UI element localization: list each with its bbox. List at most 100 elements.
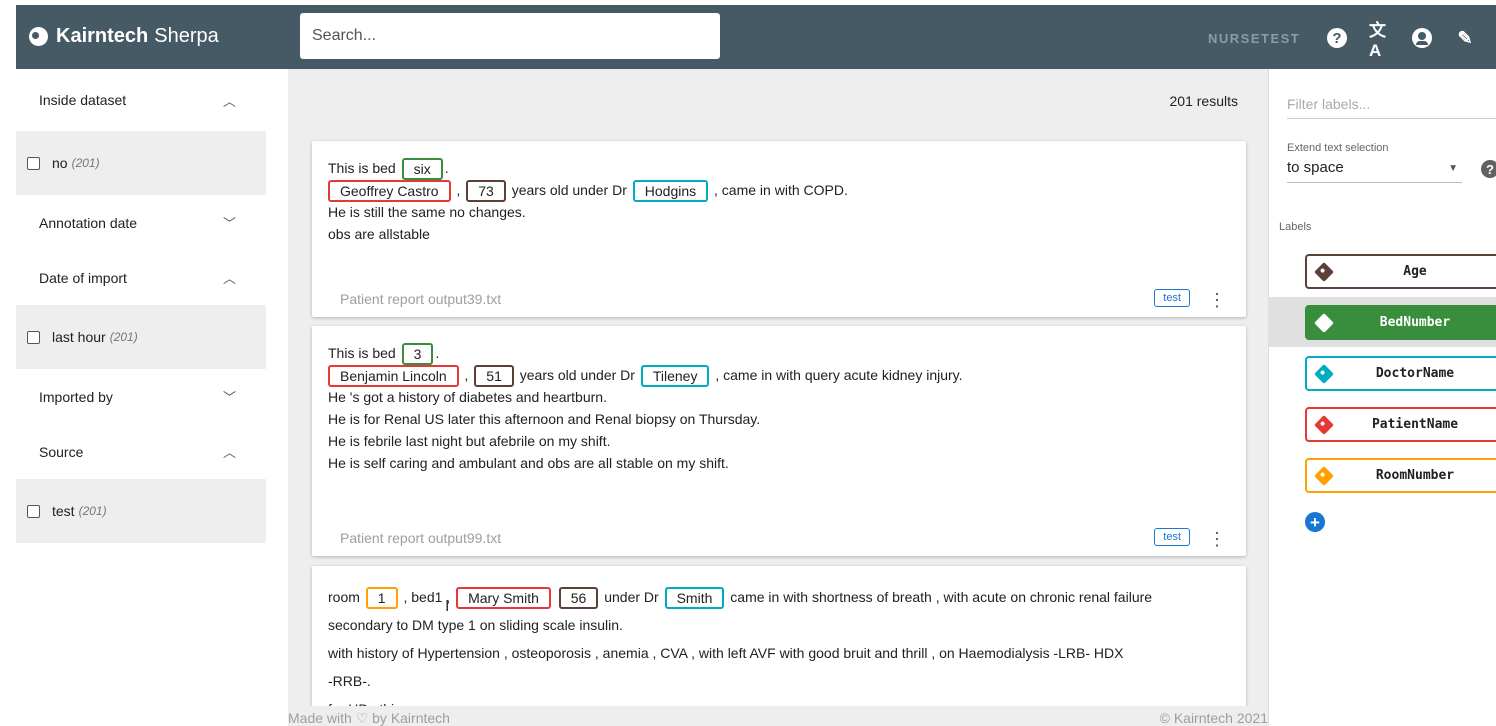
document-text[interactable]: room 1 , bed1 , Mary Smith 56 under Dr S… [312, 566, 1246, 723]
brand-name: Kairntech [56, 25, 149, 47]
document-card[interactable]: This is bed six. Geoffrey Castro , 73 ye… [312, 141, 1246, 317]
project-name[interactable]: NURSETEST [1208, 31, 1300, 46]
annotation-age[interactable]: 51 [474, 365, 514, 388]
text-line: with history of Hypertension , osteoporo… [328, 645, 1124, 661]
text-line: He is self caring and ambulant and obs a… [328, 455, 729, 471]
more-vert-icon[interactable]: ⋮ [1208, 291, 1226, 309]
label-chip[interactable]: RoomNumber [1305, 458, 1496, 493]
pencil-icon[interactable]: ✎ [1454, 27, 1476, 49]
annotation-age[interactable]: 56 [558, 587, 599, 610]
label-name: BedNumber [1379, 315, 1451, 330]
facet-header-annotation-date[interactable]: Annotation date ﹀ [16, 195, 266, 250]
label-chip[interactable]: PatientName [1305, 407, 1496, 442]
text-line: He is for Renal US later this afternoon … [328, 411, 761, 427]
document-card[interactable]: This is bed 3. Benjamin Lincoln , 51 yea… [312, 326, 1246, 556]
filter-labels-input[interactable] [1287, 89, 1496, 119]
facet-value-label: no [52, 155, 68, 171]
text-span: . [444, 160, 449, 176]
facet-header-source[interactable]: Source ︿ [16, 424, 266, 479]
text-cursor-icon: I [445, 598, 450, 615]
annotation-doctorname[interactable]: Hodgins [632, 180, 709, 203]
search-input[interactable] [300, 13, 720, 59]
facet-option[interactable]: last hour (201) [16, 305, 266, 369]
kairntech-logo-icon [29, 27, 48, 46]
label-chip[interactable]: Age [1305, 254, 1496, 289]
tag-icon [1314, 261, 1334, 282]
text-span: , [456, 182, 461, 198]
text-span: , came in with COPD. [714, 182, 848, 198]
document-filename[interactable]: Patient report output99.txt [340, 530, 501, 546]
document-card[interactable]: room 1 , bed1 , Mary Smith 56 under Dr S… [312, 566, 1246, 726]
label-chip[interactable]: DoctorName [1305, 356, 1496, 391]
annotation-age[interactable]: 73 [466, 180, 506, 203]
annotation-doctorname[interactable]: Smith [664, 587, 725, 610]
facet-header-date-of-import[interactable]: Date of import ︿ [16, 250, 266, 305]
document-filename[interactable]: Patient report output39.txt [340, 291, 501, 307]
dropdown-arrow-icon: ▼ [1448, 163, 1458, 174]
source-tag[interactable]: test [1154, 289, 1190, 307]
checkbox[interactable] [27, 330, 40, 344]
label-row-patientname[interactable]: PatientName [1269, 399, 1496, 449]
label-chip[interactable]: BedNumber [1305, 305, 1496, 340]
facet-header-imported-by[interactable]: Imported by ﹀ [16, 369, 266, 424]
annotation-bednumber[interactable]: 3 [401, 343, 434, 366]
help-icon[interactable]: ? [1481, 160, 1496, 178]
facet-value-count: (201) [71, 156, 100, 170]
text-span: , came in with query acute kidney injury… [715, 367, 963, 383]
help-icon[interactable]: ? [1326, 27, 1348, 49]
source-tag[interactable]: test [1154, 528, 1190, 546]
annotation-bednumber[interactable]: six [401, 158, 443, 181]
top-app-bar: Kairntech Sherpa NURSETEST ? 文A ✎ [16, 5, 1496, 69]
annotation-roomnumber[interactable]: 1 [365, 587, 398, 610]
facet-value-label: test [52, 503, 75, 519]
add-label-icon[interactable]: + [1305, 512, 1325, 532]
labels-panel: Extend text selection to space ▼ ? Label… [1268, 69, 1496, 726]
chevron-down-icon: ﹀ [222, 216, 236, 231]
annotation-patientname[interactable]: Geoffrey Castro [328, 180, 451, 203]
translate-icon[interactable]: 文A [1369, 21, 1391, 60]
label-row-bednumber[interactable]: BedNumber [1269, 297, 1496, 347]
tag-icon [1314, 312, 1334, 333]
text-span: This is bed [328, 345, 396, 361]
results-panel: 201 results This is bed six. Geoffrey Ca… [288, 69, 1268, 726]
text-span: under Dr [604, 589, 659, 605]
page-footer: Made with ♡ by Kairntech © Kairntech 202… [288, 706, 1268, 726]
account-icon[interactable] [1411, 27, 1433, 49]
text-line: obs are allstable [328, 226, 430, 242]
text-line: -RRB-. [328, 673, 371, 689]
more-vert-icon[interactable]: ⋮ [1208, 530, 1226, 548]
text-span: years old under Dr [511, 182, 627, 198]
checkbox[interactable] [27, 156, 40, 170]
facet-value-label: last hour [52, 329, 106, 345]
text-span: . [435, 345, 440, 361]
facet-title: Inside dataset [39, 92, 127, 108]
facet-value-count: (201) [109, 330, 138, 344]
label-name: DoctorName [1375, 366, 1455, 381]
app-logo[interactable]: Kairntech Sherpa [29, 25, 219, 48]
facet-option[interactable]: no (201) [16, 131, 266, 195]
annotation-patientname[interactable]: Benjamin Lincoln [328, 365, 459, 388]
extend-selection-value: to space [1287, 159, 1344, 176]
label-row-age[interactable]: Age [1269, 246, 1496, 296]
text-span: years old under Dr [519, 367, 635, 383]
facet-title: Imported by [39, 388, 113, 405]
labels-title: Labels [1279, 221, 1312, 233]
product-name: Sherpa [154, 25, 219, 47]
label-row-doctorname[interactable]: DoctorName [1269, 348, 1496, 398]
annotation-patientname[interactable]: Mary Smith [456, 587, 551, 610]
facet-sidebar: Inside dataset ︿ no (201) Annotation dat… [16, 69, 266, 726]
label-row-roomnumber[interactable]: RoomNumber [1269, 450, 1496, 500]
text-span: came in with shortness of breath , with … [730, 589, 1153, 605]
facet-title: Annotation date [39, 214, 138, 231]
chevron-up-icon: ︿ [222, 445, 236, 460]
document-text[interactable]: This is bed six. Geoffrey Castro , 73 ye… [312, 141, 1246, 245]
annotation-doctorname[interactable]: Tileney [640, 365, 710, 388]
results-count: 201 results [1169, 93, 1238, 109]
facet-option[interactable]: test (201) [16, 479, 266, 543]
document-text[interactable]: This is bed 3. Benjamin Lincoln , 51 yea… [312, 326, 1246, 474]
text-line: He is still the same no changes. [328, 204, 526, 220]
checkbox[interactable] [27, 504, 40, 518]
tag-icon [1314, 465, 1334, 486]
extend-selection-select[interactable]: to space ▼ [1287, 159, 1462, 183]
facet-header-inside-dataset[interactable]: Inside dataset ︿ [16, 69, 266, 131]
